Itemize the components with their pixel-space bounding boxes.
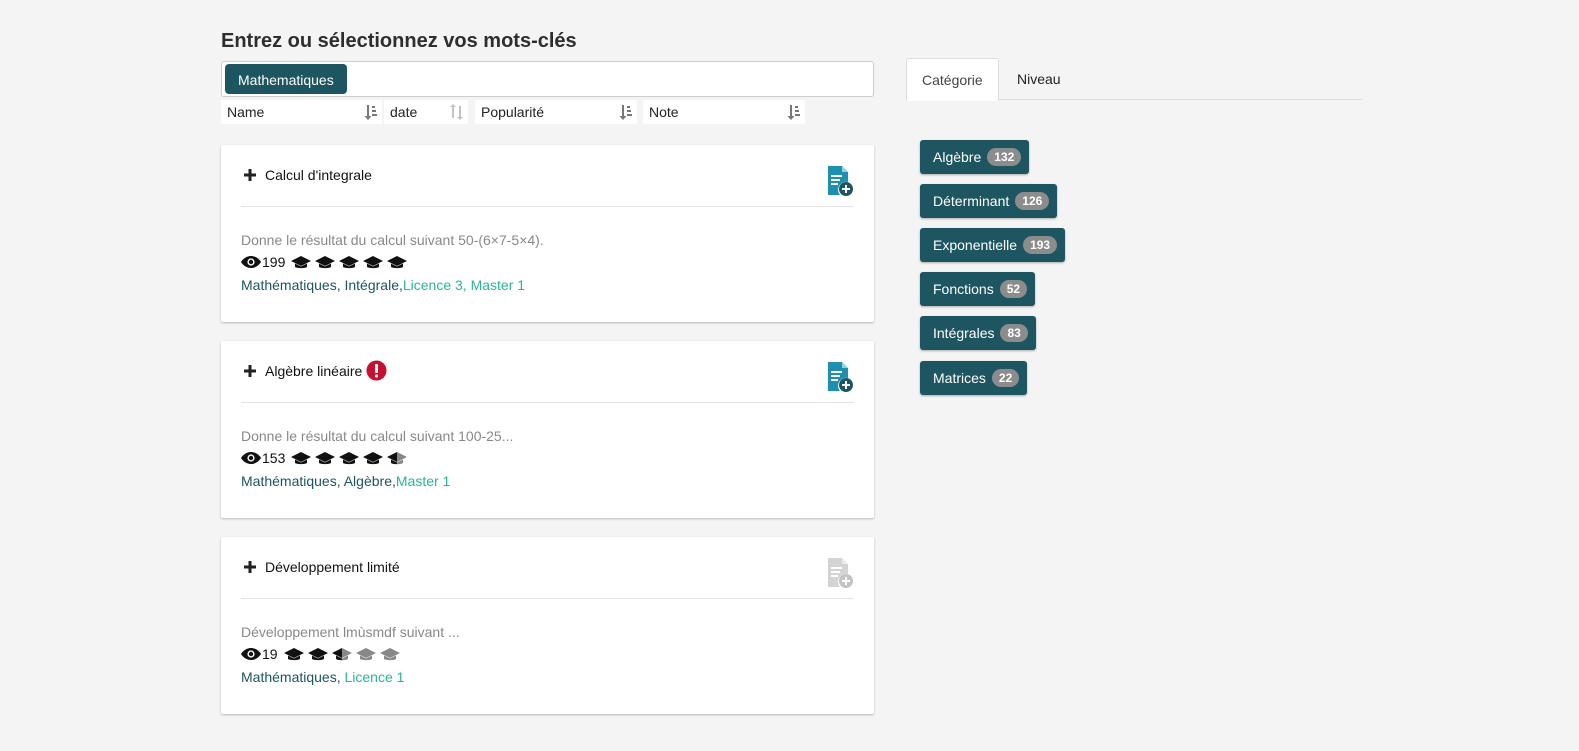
- exercise-card: Développement limité Développement lmùsm…: [221, 537, 874, 714]
- category-label: Intégrales: [933, 325, 995, 341]
- category-filter-matrices[interactable]: Matrices 22: [920, 361, 1028, 395]
- tab-category[interactable]: Catégorie: [906, 58, 999, 101]
- card-categories[interactable]: Mathématiques,: [241, 669, 345, 685]
- document-add-icon: [828, 558, 853, 588]
- sort-name-label: Name: [227, 104, 265, 120]
- difficulty-rating: [283, 647, 404, 661]
- plus-icon[interactable]: [244, 561, 256, 573]
- difficulty-rating: [291, 451, 411, 465]
- exclamation-circle-icon: [366, 360, 387, 381]
- sort-date-label: date: [390, 104, 418, 120]
- card-levels[interactable]: Licence 3, Master 1: [403, 277, 525, 293]
- sort-popularity-label: Popularité: [481, 104, 545, 120]
- graduation-cap-icon: [363, 452, 384, 465]
- sort-date[interactable]: date: [384, 100, 468, 124]
- category-label: Matrices: [933, 370, 986, 386]
- filter-tabs: Catégorie Niveau: [906, 58, 1362, 101]
- keyword-tag[interactable]: Mathematiques: [225, 64, 347, 94]
- eye-icon: [241, 452, 261, 464]
- graduation-cap-icon: [339, 256, 360, 269]
- graduation-cap-empty-icon: [379, 648, 400, 661]
- graduation-cap-icon: [363, 256, 384, 269]
- sort-note[interactable]: Note: [643, 100, 805, 124]
- category-label: Fonctions: [933, 281, 994, 297]
- view-count: 199: [262, 254, 286, 270]
- exercise-card: Algèbre linéaire Donne le résultat du ca…: [221, 341, 874, 518]
- exercise-card: Calcul d'integrale Donne le résultat du …: [221, 145, 874, 322]
- graduation-cap-icon: [387, 256, 408, 269]
- card-tags: Mathématiques, Licence 1: [241, 665, 854, 689]
- sort-note-label: Note: [649, 104, 679, 120]
- graduation-cap-icon: [283, 648, 304, 661]
- sort-icon: [787, 105, 800, 120]
- tab-level[interactable]: Niveau: [1002, 58, 1076, 100]
- keyword-input[interactable]: Mathematiques: [221, 61, 874, 97]
- card-categories[interactable]: Mathématiques, Intégrale,: [241, 277, 403, 293]
- category-count-badge: 193: [1023, 236, 1058, 254]
- graduation-cap-half-icon: [387, 452, 408, 465]
- document-add-icon[interactable]: [826, 165, 854, 197]
- category-filter-determinant[interactable]: Déterminant 126: [920, 184, 1058, 218]
- graduation-cap-icon: [291, 452, 312, 465]
- category-label: Algèbre: [933, 149, 982, 165]
- category-label: Déterminant: [933, 193, 1010, 209]
- eye-icon: [241, 256, 261, 268]
- graduation-cap-icon: [307, 648, 328, 661]
- sort-name[interactable]: Name: [221, 100, 382, 124]
- card-tags: Mathématiques, Intégrale,Licence 3, Mast…: [241, 273, 854, 297]
- category-count-badge: 83: [1000, 324, 1028, 342]
- card-title[interactable]: Calcul d'integrale: [265, 167, 372, 183]
- graduation-cap-empty-icon: [355, 648, 376, 661]
- category-label: Exponentielle: [933, 237, 1018, 253]
- sort-popularity[interactable]: Popularité: [475, 100, 637, 124]
- sort-icon: [619, 105, 632, 120]
- graduation-cap-icon: [315, 256, 336, 269]
- category-filter-integrales[interactable]: Intégrales 83: [920, 316, 1036, 350]
- plus-icon[interactable]: [244, 365, 256, 377]
- sort-icon: [364, 105, 377, 120]
- card-title-text[interactable]: Algèbre linéaire: [265, 363, 362, 379]
- eye-icon: [241, 648, 261, 660]
- card-title[interactable]: Algèbre linéaire: [265, 360, 387, 381]
- plus-icon[interactable]: [244, 169, 256, 181]
- category-count-badge: 126: [1015, 192, 1050, 210]
- sort-icon: [450, 104, 463, 120]
- document-add-icon[interactable]: [826, 361, 854, 393]
- category-filter-exponentielle[interactable]: Exponentielle 193: [920, 228, 1066, 262]
- category-count-badge: 22: [991, 369, 1020, 387]
- card-description: Donne le résultat du calcul suivant 100-…: [241, 428, 514, 444]
- card-description: Donne le résultat du calcul suivant 50-(…: [241, 232, 544, 248]
- difficulty-rating: [291, 255, 411, 269]
- category-count-badge: 52: [999, 280, 1028, 298]
- card-tags: Mathématiques, Algèbre,Master 1: [241, 469, 854, 493]
- category-count-badge: 132: [987, 148, 1022, 166]
- card-levels[interactable]: Licence 1: [345, 669, 405, 685]
- graduation-cap-icon: [291, 256, 312, 269]
- category-filter-fonctions[interactable]: Fonctions 52: [920, 272, 1036, 306]
- view-count: 19: [262, 646, 278, 662]
- card-title[interactable]: Développement limité: [265, 559, 400, 575]
- graduation-cap-half-icon: [331, 648, 352, 661]
- graduation-cap-icon: [315, 452, 336, 465]
- page-title: Entrez ou sélectionnez vos mots-clés: [221, 30, 577, 52]
- category-filter-algebre[interactable]: Algèbre 132: [920, 140, 1030, 174]
- graduation-cap-icon: [339, 452, 360, 465]
- card-description: Développement lmùsmdf suivant ...: [241, 624, 460, 640]
- card-levels[interactable]: Master 1: [396, 473, 450, 489]
- view-count: 153: [262, 450, 286, 466]
- card-categories[interactable]: Mathématiques, Algèbre,: [241, 473, 396, 489]
